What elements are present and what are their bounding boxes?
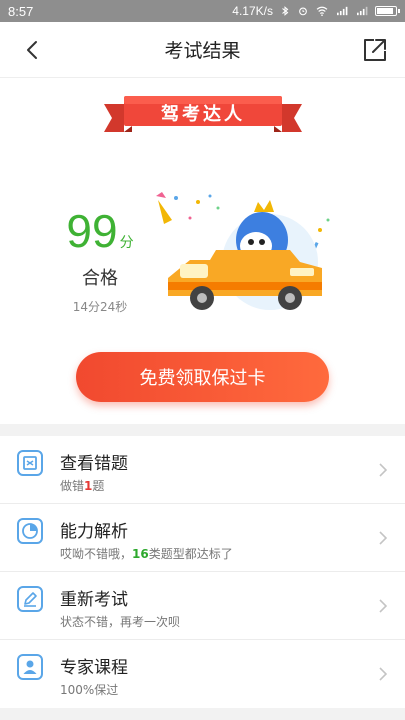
menu-title: 能力解析 [60,522,128,542]
battery-icon [375,6,400,16]
pass-status: 合格 [82,268,118,289]
signal-icon [337,6,348,16]
menu-title: 重新考试 [60,590,128,610]
user-icon [17,654,43,680]
network-speed: 4.17K/s [232,4,273,18]
score-unit: 分 [119,235,134,251]
action-menu: 查看错题 做错1题 能力解析 哎呦不错哦，16类题型都达标了 重新考试 状态不错… [0,436,405,708]
score-value: 99 [66,205,118,257]
wifi-icon [316,6,328,16]
menu-title: 查看错题 [60,454,128,474]
document-icon [17,450,43,476]
menu-subtitle: 100%保过 [60,683,119,697]
share-button[interactable] [359,34,391,66]
mascot-car-illustration [156,192,330,310]
menu-subtitle: 状态不错，再考一次呗 [60,615,181,629]
share-icon [364,39,386,61]
menu-subtitle: 哎呦不错哦，16类题型都达标了 [60,547,233,561]
time-used: 14分24秒 [72,300,128,314]
chevron-left-icon [27,41,37,59]
chevron-right-icon [379,667,387,681]
score-block: 99 分 合格 14分24秒 [40,208,160,315]
menu-item-ability-analysis[interactable]: 能力解析 哎呦不错哦，16类题型都达标了 [0,504,405,572]
status-indicators: 4.17K/s [232,4,400,18]
signal-icon-2 [357,6,368,16]
menu-item-retake-exam[interactable]: 重新考试 状态不错，再考一次呗 [0,572,405,640]
page-title: 考试结果 [164,40,241,62]
chevron-right-icon [379,531,387,545]
badge-text: 驾考达人 [161,104,245,125]
claim-pass-card-button[interactable]: 免费领取保过卡 [76,352,329,402]
status-time: 8:57 [8,3,34,19]
menu-title: 专家课程 [60,658,128,678]
nav-bar: 考试结果 [0,22,405,78]
pie-chart-icon [17,518,43,544]
chevron-right-icon [379,599,387,613]
result-card: 驾考达人 99 分 合格 14分24秒 免费领取保过卡 [0,78,405,424]
status-bar: 8:57 4.17K/s [0,0,405,22]
alarm-icon [299,7,307,16]
edit-icon [17,586,43,612]
menu-item-view-mistakes[interactable]: 查看错题 做错1题 [0,436,405,504]
menu-item-expert-course[interactable]: 专家课程 100%保过 [0,640,405,708]
chevron-right-icon [379,463,387,477]
back-button[interactable] [16,34,48,66]
menu-subtitle: 做错1题 [60,479,105,493]
bluetooth-icon [282,6,289,16]
